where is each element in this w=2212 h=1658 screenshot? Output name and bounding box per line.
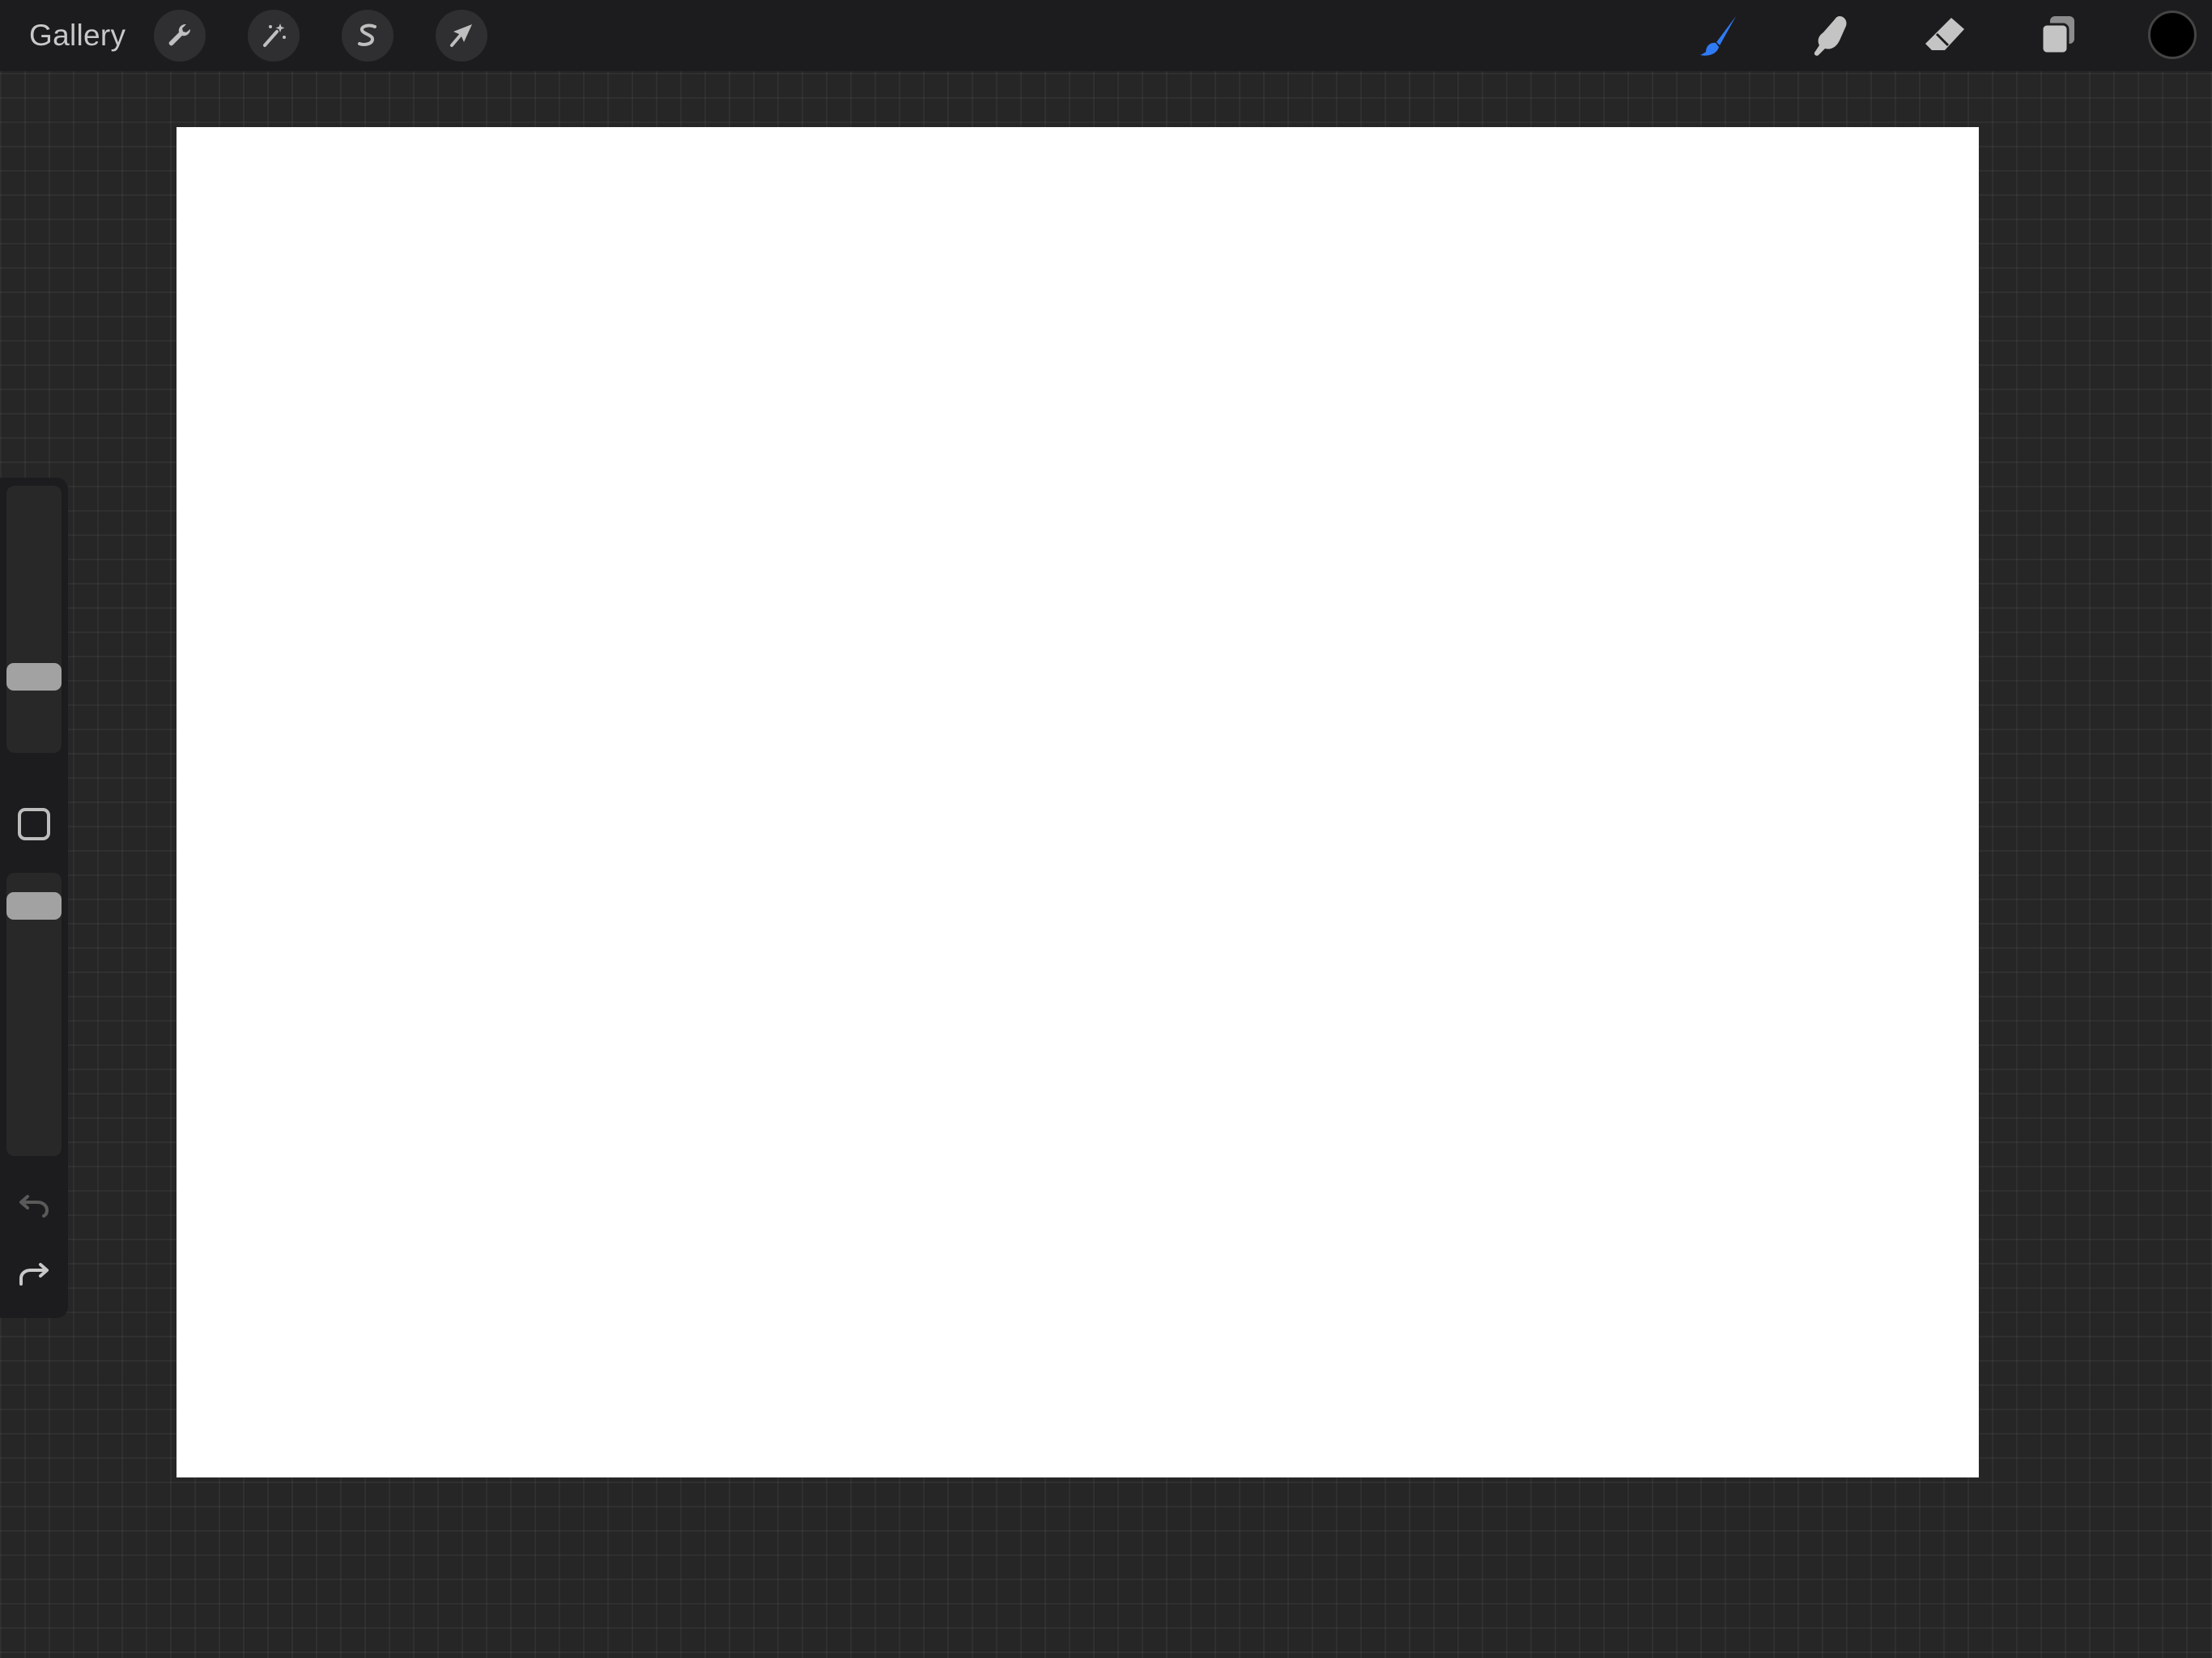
procreate-workspace: Gallery (0, 0, 2212, 1658)
selection-button[interactable] (342, 10, 393, 62)
color-picker-button[interactable] (2148, 11, 2197, 59)
undo-arrow-icon[interactable] (16, 1188, 52, 1224)
brush-size-thumb[interactable] (6, 663, 62, 691)
smudge-tool-button[interactable] (1804, 8, 1859, 63)
redo-arrow-icon[interactable] (16, 1256, 52, 1292)
eraser-icon (1925, 18, 1964, 50)
brush-tool-button[interactable] (1692, 8, 1747, 63)
eraser-tool-button[interactable] (1917, 8, 1972, 63)
actions-button[interactable] (154, 10, 206, 62)
left-sidebar (0, 478, 68, 1318)
brush-size-slider[interactable] (6, 486, 62, 753)
brush-icon (1700, 16, 1736, 56)
magic-wand-icon (263, 23, 286, 47)
arrow-cursor-icon (450, 24, 472, 47)
modify-square-button[interactable] (18, 808, 50, 840)
smudge-finger-icon (1814, 16, 1847, 56)
selection-s-icon (358, 23, 376, 46)
adjustments-button[interactable] (248, 10, 300, 62)
layers-icon (2040, 16, 2074, 55)
brush-opacity-thumb[interactable] (6, 892, 62, 920)
layers-button[interactable] (2031, 8, 2086, 63)
gallery-button[interactable]: Gallery (29, 11, 125, 60)
wrench-icon (168, 23, 191, 46)
top-toolbar: Gallery (0, 0, 2212, 71)
transform-button[interactable] (436, 10, 487, 62)
drawing-canvas[interactable] (177, 127, 1979, 1477)
